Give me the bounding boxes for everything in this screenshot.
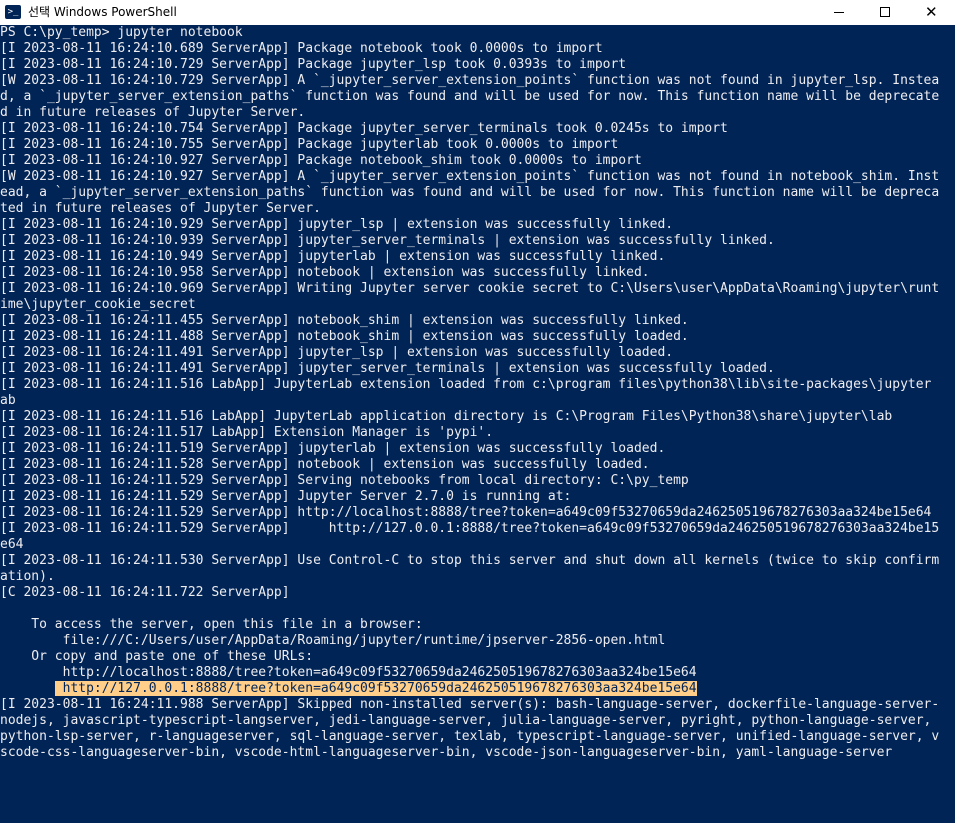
- console-line: ime\jupyter_cookie_secret: [0, 297, 196, 312]
- console-line: [I 2023-08-11 16:24:10.927 ServerApp] Pa…: [0, 153, 642, 168]
- console-line: Or copy and paste one of these URLs:: [0, 649, 314, 664]
- console-line: e64: [0, 537, 24, 552]
- console-line: PS C:\py_temp> jupyter notebook: [0, 25, 243, 40]
- console-line: [W 2023-08-11 16:24:10.927 ServerApp] A …: [0, 169, 940, 184]
- console-line: http://127.0.0.1:8888/tree?token=a649c09…: [0, 681, 955, 697]
- console-line: [I 2023-08-11 16:24:11.455 ServerApp] no…: [0, 313, 689, 328]
- maximize-button[interactable]: [862, 0, 908, 25]
- console-line: ab: [0, 393, 16, 408]
- selected-url-text[interactable]: http://127.0.0.1:8888/tree?token=a649c09…: [54, 681, 697, 696]
- window-title: 선택 Windows PowerShell: [28, 5, 177, 19]
- console-line: To access the server, open this file in …: [0, 617, 423, 632]
- minimize-button[interactable]: [816, 0, 862, 25]
- console-line: [I 2023-08-11 16:24:10.755 ServerApp] Pa…: [0, 137, 619, 152]
- console-line: [I 2023-08-11 16:24:11.528 ServerApp] no…: [0, 457, 650, 472]
- console-line: [I 2023-08-11 16:24:11.529 ServerApp] ht…: [0, 505, 932, 520]
- powershell-icon: >_: [5, 5, 21, 19]
- title-bar[interactable]: >_ 선택 Windows PowerShell ✕: [0, 0, 955, 25]
- console-line: d in future releases of Jupyter Server.: [0, 105, 306, 120]
- console-line: [I 2023-08-11 16:24:11.530 ServerApp] Us…: [0, 553, 940, 568]
- console-line: [I 2023-08-11 16:24:10.939 ServerApp] ju…: [0, 233, 775, 248]
- console-line: nodejs, javascript-typescript-langserver…: [0, 713, 932, 728]
- console-line: [C 2023-08-11 16:24:11.722 ServerApp]: [0, 585, 290, 600]
- console-line: [I 2023-08-11 16:24:11.988 ServerApp] Sk…: [0, 697, 940, 712]
- console-line: python-lsp-server, r-languageserver, sql…: [0, 729, 940, 744]
- close-button[interactable]: ✕: [908, 0, 954, 25]
- console-line: [I 2023-08-11 16:24:10.689 ServerApp] Pa…: [0, 41, 603, 56]
- console-line: [I 2023-08-11 16:24:10.949 ServerApp] ju…: [0, 249, 666, 264]
- console-line: scode-css-languageserver-bin, vscode-htm…: [0, 745, 893, 760]
- console-line: [I 2023-08-11 16:24:11.519 ServerApp] ju…: [0, 441, 666, 456]
- console-output[interactable]: PS C:\py_temp> jupyter notebook [I 2023-0…: [0, 25, 955, 823]
- console-line: [I 2023-08-11 16:24:10.754 ServerApp] Pa…: [0, 121, 728, 136]
- console-line: ead, a `_jupyter_server_extension_paths`…: [0, 185, 940, 200]
- console-line: [I 2023-08-11 16:24:10.958 ServerApp] no…: [0, 265, 650, 280]
- console-line: [W 2023-08-11 16:24:10.729 ServerApp] A …: [0, 73, 940, 88]
- console-line: ted in future releases of Jupyter Server…: [0, 201, 321, 216]
- console-line: [I 2023-08-11 16:24:10.929 ServerApp] ju…: [0, 217, 674, 232]
- console-line: [I 2023-08-11 16:24:10.969 ServerApp] Wr…: [0, 281, 940, 296]
- console-line: d, a `_jupyter_server_extension_paths` f…: [0, 89, 940, 104]
- console-line: file:///C:/Users/user/AppData/Roaming/ju…: [0, 633, 666, 648]
- minimize-icon: [834, 12, 844, 13]
- close-icon: ✕: [925, 3, 938, 21]
- maximize-icon: [880, 7, 890, 17]
- console-line: [I 2023-08-11 16:24:11.491 ServerApp] ju…: [0, 361, 775, 376]
- console-line: [I 2023-08-11 16:24:11.516 LabApp] Jupyt…: [0, 377, 932, 392]
- console-line: [I 2023-08-11 16:24:11.517 LabApp] Exten…: [0, 425, 494, 440]
- console-line: [I 2023-08-11 16:24:11.491 ServerApp] ju…: [0, 345, 674, 360]
- console-line: ation).: [0, 569, 55, 584]
- console-line: [I 2023-08-11 16:24:11.488 ServerApp] no…: [0, 329, 689, 344]
- console-line-prefix: [0, 681, 55, 696]
- console-line: [I 2023-08-11 16:24:11.516 LabApp] Jupyt…: [0, 409, 893, 424]
- console-line: http://localhost:8888/tree?token=a649c09…: [0, 665, 697, 680]
- console-line: [I 2023-08-11 16:24:10.729 ServerApp] Pa…: [0, 57, 627, 72]
- console-text-area[interactable]: PS C:\py_temp> jupyter notebook [I 2023-0…: [0, 25, 955, 761]
- console-line: [I 2023-08-11 16:24:11.529 ServerApp] Ju…: [0, 489, 572, 504]
- powershell-window: >_ 선택 Windows PowerShell ✕ PS C:\py_temp…: [0, 0, 955, 823]
- console-line: [I 2023-08-11 16:24:11.529 ServerApp] Se…: [0, 473, 689, 488]
- console-line: [I 2023-08-11 16:24:11.529 ServerApp] ht…: [0, 521, 940, 536]
